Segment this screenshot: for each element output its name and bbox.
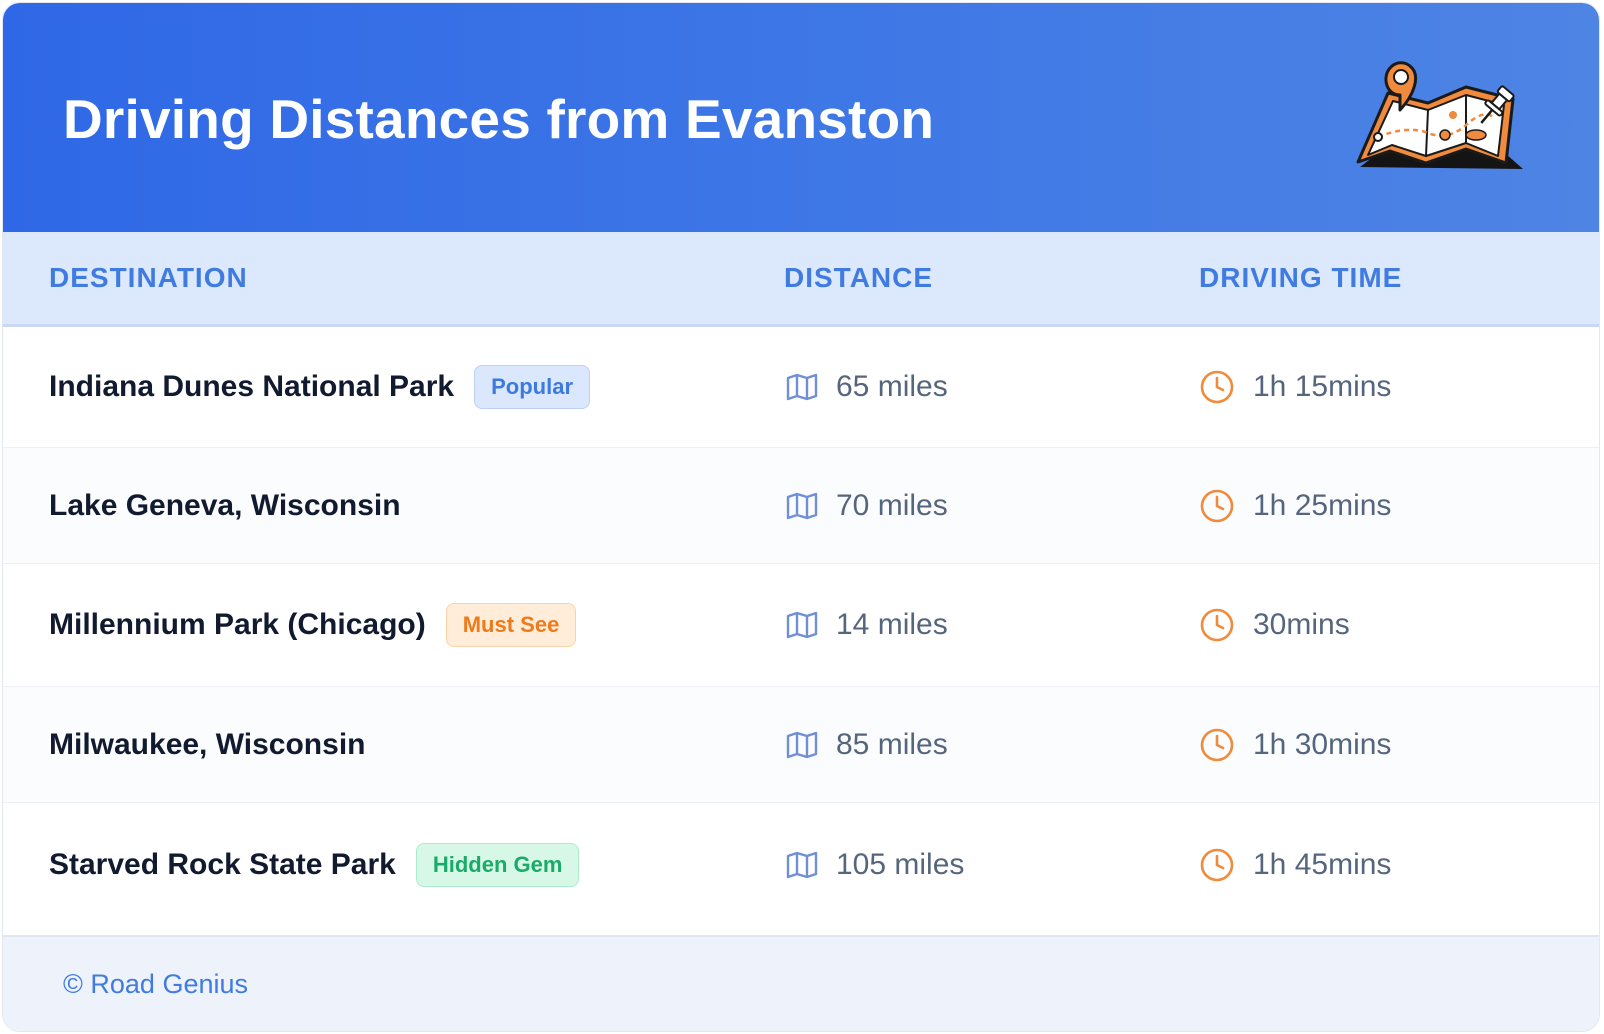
table-row: Milwaukee, Wisconsin 85 miles 1h 30mins: [3, 687, 1599, 803]
driving-time-value: 1h 45mins: [1253, 847, 1392, 881]
distance-cell: 65 miles: [786, 327, 948, 447]
map-with-pins-icon: [1348, 55, 1533, 185]
destination-cell: Milwaukee, Wisconsin: [49, 687, 365, 802]
distance-cell: 85 miles: [786, 687, 948, 802]
column-header-destination: DESTINATION: [49, 262, 248, 293]
destination-cell: Starved Rock State Park Hidden Gem: [49, 803, 580, 926]
driving-time-value: 1h 15mins: [1253, 370, 1392, 403]
distance-value: 70 miles: [836, 488, 948, 522]
driving-time-value: 30mins: [1253, 608, 1350, 641]
clock-icon: [1199, 488, 1235, 524]
destination-name: Starved Rock State Park: [49, 847, 396, 881]
clock-icon: [1199, 847, 1235, 883]
driving-time-value: 1h 30mins: [1253, 727, 1392, 761]
destination-cell: Millennium Park (Chicago) Must See: [49, 564, 577, 686]
time-cell: 1h 15mins: [1199, 327, 1391, 447]
map-icon: [786, 492, 818, 520]
driving-distances-card: Driving Distances from Evanston DESTINAT…: [2, 2, 1600, 1032]
table-row: Starved Rock State Park Hidden Gem 105 m…: [3, 803, 1599, 926]
column-header-driving-time: DRIVING TIME: [1199, 262, 1403, 293]
destination-name: Milwaukee, Wisconsin: [49, 727, 366, 761]
time-cell: 30mins: [1199, 564, 1350, 686]
driving-time-value: 1h 25mins: [1253, 488, 1392, 522]
distance-value: 105 miles: [836, 847, 965, 881]
card-header: Driving Distances from Evanston: [3, 3, 1599, 232]
time-cell: 1h 45mins: [1199, 803, 1391, 926]
destination-name: Millennium Park (Chicago): [49, 608, 426, 641]
must-see-badge: Must See: [445, 603, 577, 647]
destination-name: Indiana Dunes National Park: [49, 370, 455, 403]
map-icon: [786, 731, 818, 759]
hidden-gem-badge: Hidden Gem: [415, 842, 580, 887]
distance-value: 85 miles: [836, 727, 948, 761]
map-icon: [786, 851, 818, 879]
distance-cell: 14 miles: [786, 564, 948, 686]
clock-icon: [1199, 369, 1235, 405]
table-row: Lake Geneva, Wisconsin 70 miles 1h 25min…: [3, 448, 1599, 564]
destination-cell: Indiana Dunes National Park Popular: [49, 327, 591, 447]
table-row: Indiana Dunes National Park Popular 65 m…: [3, 327, 1599, 448]
column-header-distance: DISTANCE: [784, 262, 934, 293]
page-title: Driving Distances from Evanston: [63, 88, 935, 150]
map-icon: [786, 373, 818, 401]
distance-value: 14 miles: [836, 608, 948, 641]
table-header: DESTINATION DISTANCE DRIVING TIME: [3, 232, 1599, 327]
clock-icon: [1199, 727, 1235, 763]
distance-cell: 70 miles: [786, 448, 948, 563]
clock-icon: [1199, 607, 1235, 643]
destination-cell: Lake Geneva, Wisconsin: [49, 448, 401, 563]
copyright-text: © Road Genius: [63, 968, 248, 999]
distance-cell: 105 miles: [786, 803, 964, 926]
distance-value: 65 miles: [836, 370, 948, 403]
time-cell: 1h 30mins: [1199, 687, 1391, 802]
table-row: Millennium Park (Chicago) Must See 14 mi…: [3, 564, 1599, 687]
destination-name: Lake Geneva, Wisconsin: [49, 488, 401, 522]
time-cell: 1h 25mins: [1199, 448, 1391, 563]
map-icon: [786, 611, 818, 639]
card-footer: © Road Genius: [3, 935, 1599, 1031]
popular-badge: Popular: [474, 365, 591, 409]
